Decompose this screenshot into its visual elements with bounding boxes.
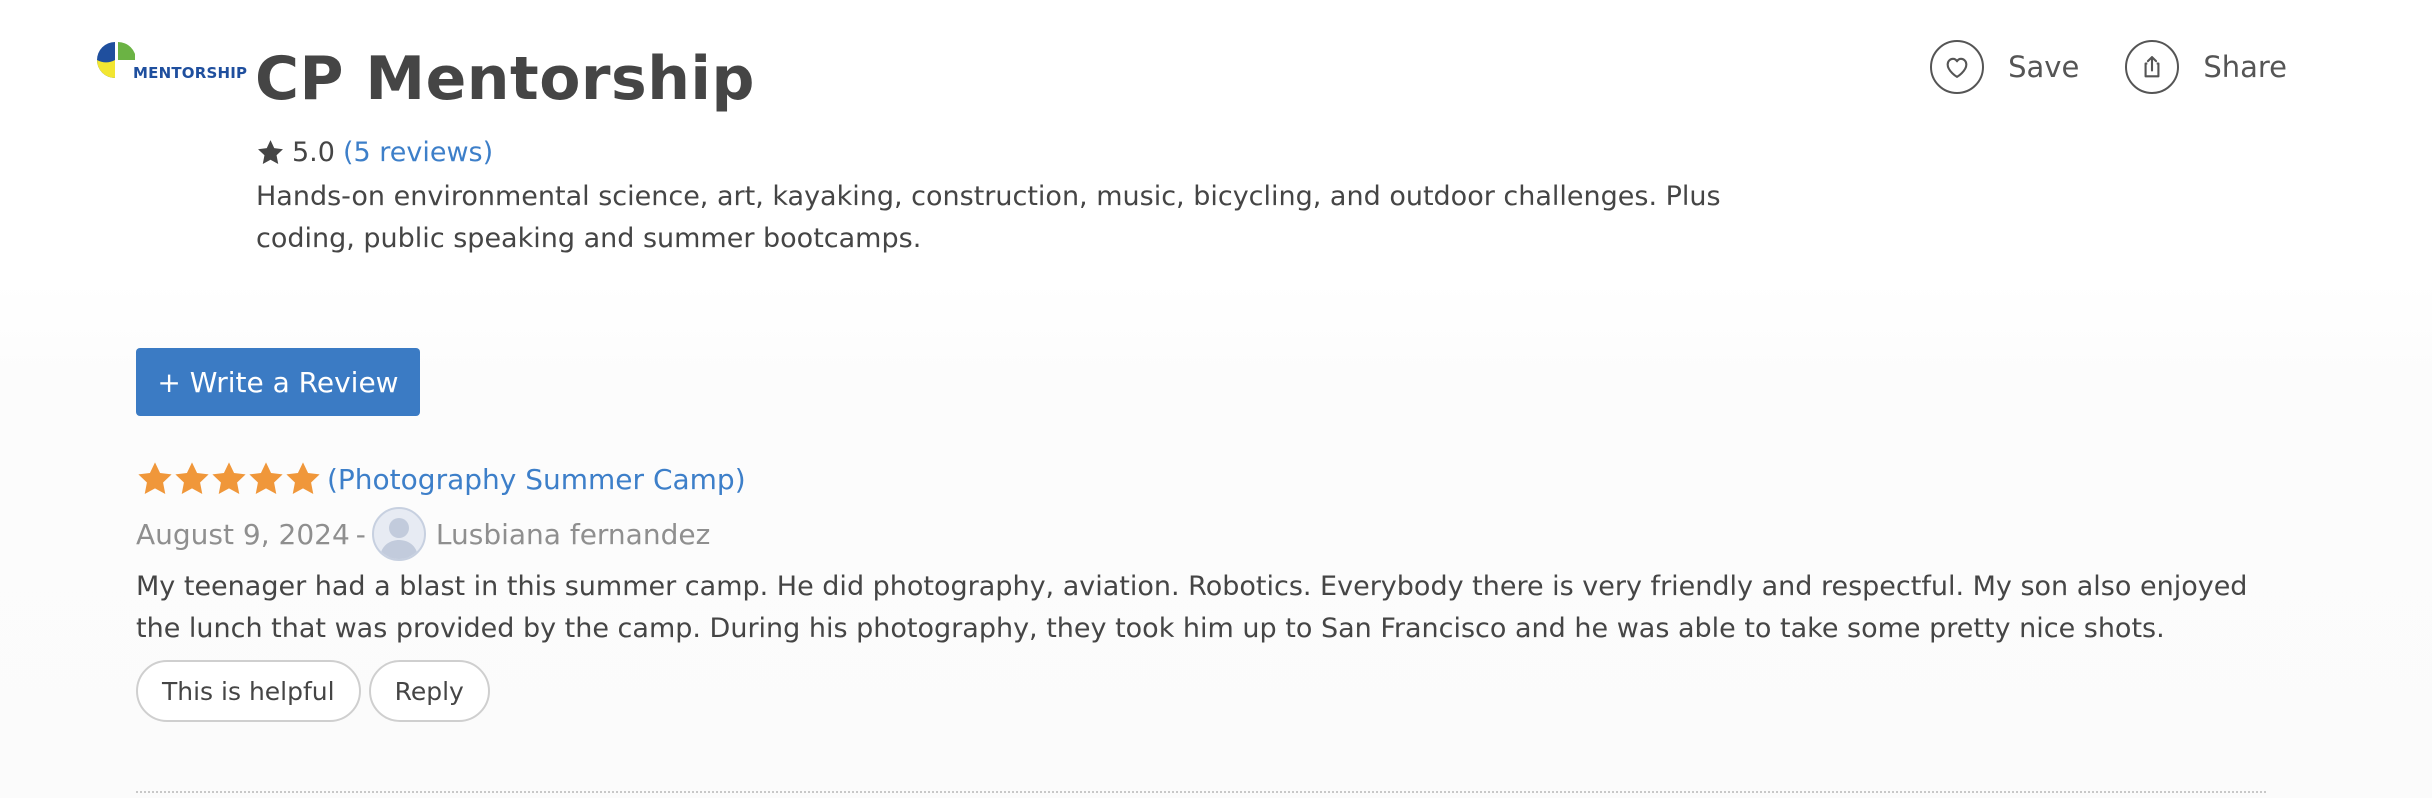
- share-icon-circle[interactable]: [2125, 40, 2180, 94]
- helpful-button[interactable]: This is helpful: [136, 660, 361, 722]
- review-author: Lusbiana fernandez: [435, 517, 711, 551]
- header-actions: Save Share: [1930, 40, 2287, 94]
- review-date: August 9, 2024: [136, 517, 350, 551]
- review-stars: [136, 460, 321, 498]
- star-icon: [249, 462, 283, 495]
- share-button[interactable]: Share: [2125, 40, 2287, 94]
- save-icon-circle[interactable]: [1930, 40, 1985, 94]
- save-label[interactable]: Save: [2008, 50, 2079, 84]
- page-title: CP Mentorship: [255, 44, 755, 114]
- star-icon: [175, 462, 209, 495]
- org-logo: MENTORSHIP: [95, 38, 247, 88]
- share-icon: [2144, 56, 2160, 78]
- logo-text: MENTORSHIP: [133, 64, 248, 82]
- meta-separator: -: [355, 517, 366, 551]
- avatar: [371, 507, 426, 561]
- review-divider: [136, 791, 2266, 793]
- review-actions: This is helpful Reply: [136, 660, 2266, 722]
- heart-icon: [1946, 57, 1968, 78]
- org-description: Hands-on environmental science, art, kay…: [256, 181, 1721, 254]
- share-label[interactable]: Share: [2203, 50, 2287, 84]
- write-review-button[interactable]: + Write a Review: [136, 348, 420, 416]
- review-meta: August 9, 2024 - Lusbiana fernandez: [136, 506, 2266, 562]
- star-icon: [258, 139, 283, 164]
- logo-mark-icon: [97, 42, 136, 78]
- reviews-count-link[interactable]: (5 reviews): [343, 137, 493, 168]
- camp-link[interactable]: (Photography Summer Camp): [327, 463, 746, 496]
- user-avatar-icon: [379, 518, 418, 559]
- save-button[interactable]: Save: [1930, 40, 2079, 94]
- review-header: (Photography Summer Camp): [136, 452, 2266, 506]
- reply-button[interactable]: Reply: [368, 660, 490, 722]
- rating-score: 5.0: [292, 136, 335, 168]
- star-icon: [212, 462, 246, 495]
- review-item: (Photography Summer Camp) August 9, 2024…: [136, 452, 2266, 722]
- org-rating: 5.0 (5 reviews): [256, 134, 493, 170]
- star-icon: [138, 462, 172, 495]
- star-icon: [286, 462, 320, 495]
- review-text: My teenager had a blast in this summer c…: [136, 571, 2248, 644]
